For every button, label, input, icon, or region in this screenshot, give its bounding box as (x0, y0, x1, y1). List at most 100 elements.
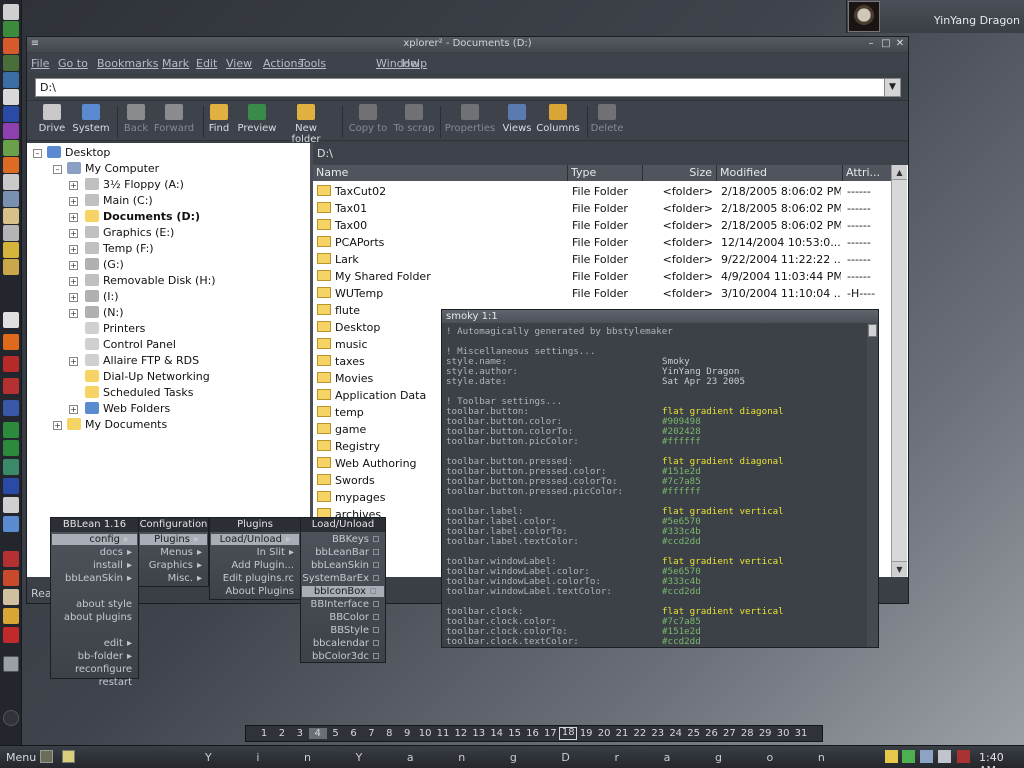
column-header-attri[interactable]: Attri... (843, 165, 892, 181)
tray-battery-icon[interactable] (902, 750, 915, 763)
system-menu-icon[interactable]: ≡ (29, 38, 41, 50)
load-menu-item[interactable]: BBKeys (332, 534, 379, 545)
workspace-4[interactable]: 4 (308, 728, 327, 739)
launcher-app-icon[interactable] (3, 440, 19, 456)
tree-item[interactable]: Removable Disk (H:) (85, 273, 216, 289)
workspace-7[interactable]: 7 (362, 728, 380, 739)
tree-item-desktop[interactable]: Desktop (47, 145, 110, 161)
taskbar-app-icon[interactable] (40, 750, 53, 763)
workspace-18[interactable]: 18 (559, 727, 578, 740)
workspace-21[interactable]: 21 (613, 728, 631, 739)
checkbox-icon[interactable] (373, 640, 379, 646)
tree-item[interactable]: Control Panel (85, 337, 176, 353)
start-menu-button[interactable]: Menu (6, 751, 36, 764)
checkbox-icon[interactable] (373, 575, 379, 581)
workspace-5[interactable]: 5 (327, 728, 345, 739)
load-menu-item[interactable]: bbColor3dc (312, 651, 379, 662)
launcher-app-icon[interactable] (3, 656, 19, 672)
file-list-scrollbar[interactable]: ▲ ▼ (891, 165, 907, 577)
launcher-app-icon[interactable] (3, 191, 19, 207)
table-row[interactable]: Tax01 File Folder <folder> 2/18/2005 8:06:0… (313, 200, 892, 217)
tree-item-my-computer[interactable]: My Computer (67, 161, 159, 177)
launcher-app-icon[interactable] (3, 378, 19, 394)
tray-network-icon[interactable] (920, 750, 933, 763)
workspace-15[interactable]: 15 (506, 728, 524, 739)
load-menu-item[interactable]: SystemBarEx (302, 573, 379, 584)
launcher-app-icon[interactable] (3, 334, 19, 350)
workspace-6[interactable]: 6 (345, 728, 363, 739)
minimize-button[interactable]: – (865, 38, 877, 50)
main-menu-item[interactable]: bbLeanSkin ▸ (65, 573, 132, 584)
launcher-app-icon[interactable] (3, 627, 19, 643)
workspace-26[interactable]: 26 (703, 728, 721, 739)
workspace-10[interactable]: 10 (416, 728, 434, 739)
menu-tools[interactable]: Tools (299, 57, 326, 70)
plugins-menu-item[interactable]: Load/Unload ▸ (211, 534, 299, 545)
launcher-settings-icon[interactable] (3, 710, 19, 726)
workspace-11[interactable]: 11 (434, 728, 452, 739)
launcher-app-icon[interactable] (3, 459, 19, 475)
tree-expand-icon[interactable]: + (69, 197, 78, 206)
close-button[interactable]: ✕ (894, 38, 906, 50)
launcher-app-icon[interactable] (3, 478, 19, 494)
to-scrap-button[interactable]: To scrap (388, 104, 440, 134)
workspace-1[interactable]: 1 (255, 728, 273, 739)
menu-view[interactable]: View (226, 57, 252, 70)
launcher-app-icon[interactable] (3, 570, 19, 586)
config-menu-item[interactable]: Misc. ▸ (168, 573, 202, 584)
main-menu-item[interactable]: install ▸ (93, 560, 132, 571)
launcher-app-icon[interactable] (3, 497, 19, 513)
launcher-app-icon[interactable] (3, 106, 19, 122)
menu-mark[interactable]: Mark (162, 57, 189, 70)
style-scroll-thumb[interactable] (868, 324, 877, 337)
menu-actions[interactable]: Actions (263, 57, 303, 70)
workspace-27[interactable]: 27 (720, 728, 738, 739)
user-avatar[interactable] (848, 1, 880, 32)
tree-expand-icon[interactable]: + (69, 261, 78, 270)
launcher-app-icon[interactable] (3, 21, 19, 37)
checkbox-icon[interactable] (373, 562, 379, 568)
tree-item[interactable]: (G:) (85, 257, 124, 273)
tree-expand-icon[interactable]: + (69, 229, 78, 238)
load-menu-item[interactable]: BBInterface (311, 599, 379, 610)
main-menu-item[interactable]: restart (99, 677, 132, 688)
config-menu-item[interactable]: Graphics ▸ (149, 560, 202, 571)
main-menu-item[interactable]: edit ▸ (104, 638, 132, 649)
tree-item[interactable]: Main (C:) (85, 193, 153, 209)
checkbox-icon[interactable] (373, 614, 379, 620)
workspace-31[interactable]: 31 (792, 728, 810, 739)
delete-button[interactable]: Delete (581, 104, 633, 134)
tree-item[interactable]: Scheduled Tasks (85, 385, 194, 401)
tree-item[interactable]: Web Folders (85, 401, 170, 417)
launcher-app-icon[interactable] (3, 89, 19, 105)
tree-item[interactable]: Temp (F:) (85, 241, 154, 257)
tree-item[interactable]: (I:) (85, 289, 119, 305)
plugins-menu-item[interactable]: About Plugins (225, 586, 294, 597)
launcher-app-icon[interactable] (3, 516, 19, 532)
launcher-app-icon[interactable] (3, 123, 19, 139)
checkbox-icon[interactable] (373, 549, 379, 555)
scroll-down-icon[interactable]: ▼ (892, 561, 907, 576)
tree-item[interactable]: Dial-Up Networking (85, 369, 210, 385)
load-menu-item[interactable]: bbcalendar (313, 638, 379, 649)
launcher-app-icon[interactable] (3, 608, 19, 624)
explorer-titlebar[interactable]: xplorer² - Documents (D:) ≡ – □ ✕ (27, 37, 908, 52)
tree-item[interactable]: Allaire FTP & RDS (85, 353, 199, 369)
preview-button[interactable]: Preview (231, 104, 283, 134)
workspace-14[interactable]: 14 (488, 728, 506, 739)
config-menu-item[interactable]: Menus ▸ (160, 547, 202, 558)
workspace-17[interactable]: 17 (541, 728, 559, 739)
load-menu-item[interactable]: BBStyle (330, 625, 379, 636)
menu-bookmarks[interactable]: Bookmarks (97, 57, 158, 70)
workspace-29[interactable]: 29 (756, 728, 774, 739)
workspace-2[interactable]: 2 (273, 728, 291, 739)
tree-collapse-icon[interactable]: – (33, 149, 42, 158)
launcher-app-icon[interactable] (3, 208, 19, 224)
workspace-22[interactable]: 22 (631, 728, 649, 739)
plugins-menu-item[interactable]: In Slit ▸ (257, 547, 294, 558)
tree-expand-icon[interactable]: + (69, 405, 78, 414)
column-header-modified[interactable]: Modified (717, 165, 843, 181)
new-folder-button[interactable]: New folder (280, 104, 332, 145)
launcher-app-icon[interactable] (3, 356, 19, 372)
tree-expand-icon[interactable]: + (69, 277, 78, 286)
